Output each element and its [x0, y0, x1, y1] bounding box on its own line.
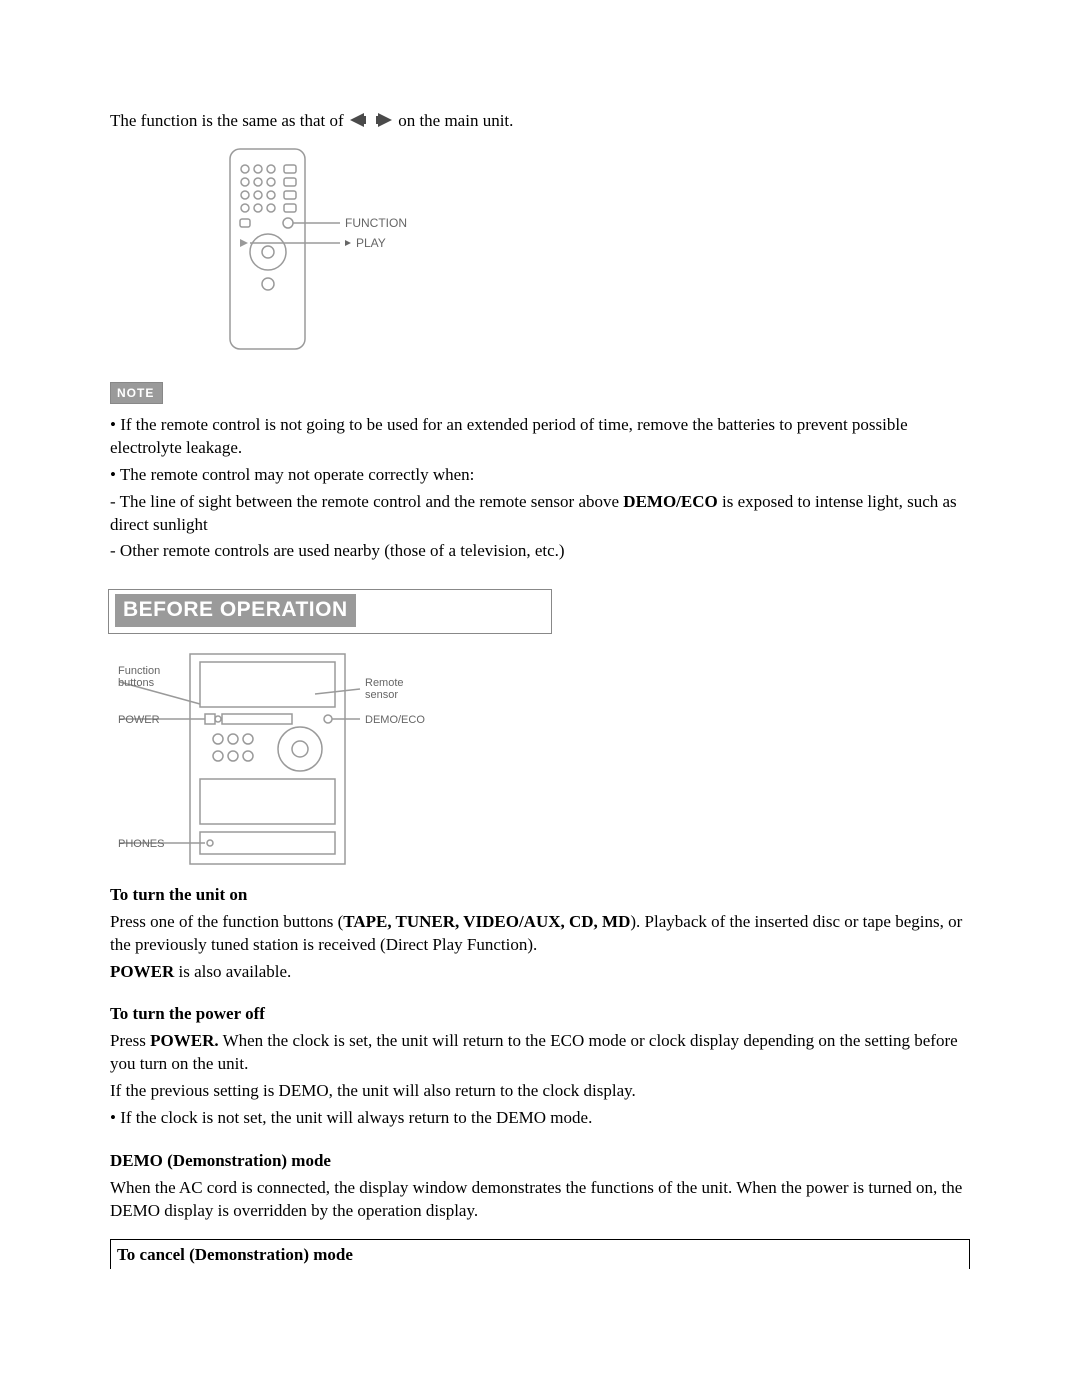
note-bullet-2: • The remote control may not operate cor…: [110, 464, 970, 487]
intro-pre: The function is the same as that of: [110, 111, 348, 130]
remote-label-play: PLAY: [356, 236, 386, 250]
intro-line: The function is the same as that of on t…: [110, 110, 970, 134]
svg-text:sensor: sensor: [365, 689, 398, 701]
demo-heading: DEMO (Demonstration) mode: [110, 1150, 970, 1173]
turn-on-line2: POWER is also available.: [110, 961, 970, 984]
note-sub-2: - Other remote controls are used nearby …: [110, 540, 970, 563]
turn-off-heading: To turn the power off: [110, 1003, 970, 1026]
svg-text:DEMO/ECO: DEMO/ECO: [365, 714, 425, 726]
intro-post: on the main unit.: [398, 111, 513, 130]
cancel-box: To cancel (Demonstration) mode: [110, 1239, 970, 1269]
svg-text:PHONES: PHONES: [118, 838, 164, 850]
svg-text:POWER: POWER: [118, 714, 160, 726]
turn-off-line2: If the previous setting is DEMO, the uni…: [110, 1080, 970, 1103]
svg-text:Remote: Remote: [365, 677, 404, 689]
section-heading: BEFORE OPERATION: [115, 594, 356, 626]
remote-figure: FUNCTION PLAY: [210, 144, 970, 354]
main-unit-figure: Function buttons POWER PHONES Remote sen…: [110, 644, 970, 874]
note-sub-1: - The line of sight between the remote c…: [110, 491, 970, 537]
note-bullet-1: • If the remote control is not going to …: [110, 414, 970, 460]
turn-off-line1: Press POWER. When the clock is set, the …: [110, 1030, 970, 1076]
turn-on-heading: To turn the unit on: [110, 884, 970, 907]
remote-label-function: FUNCTION: [345, 216, 407, 230]
turn-on-line1: Press one of the function buttons (TAPE,…: [110, 911, 970, 957]
svg-text:buttons: buttons: [118, 677, 155, 689]
turn-off-line3: • If the clock is not set, the unit will…: [110, 1107, 970, 1130]
cancel-heading: To cancel (Demonstration) mode: [117, 1245, 353, 1264]
demo-line1: When the AC cord is connected, the displ…: [110, 1177, 970, 1223]
seek-arrows-icon: [350, 111, 392, 134]
note-badge: NOTE: [110, 382, 163, 404]
section-heading-box: BEFORE OPERATION: [108, 589, 552, 633]
svg-text:Function: Function: [118, 665, 160, 677]
